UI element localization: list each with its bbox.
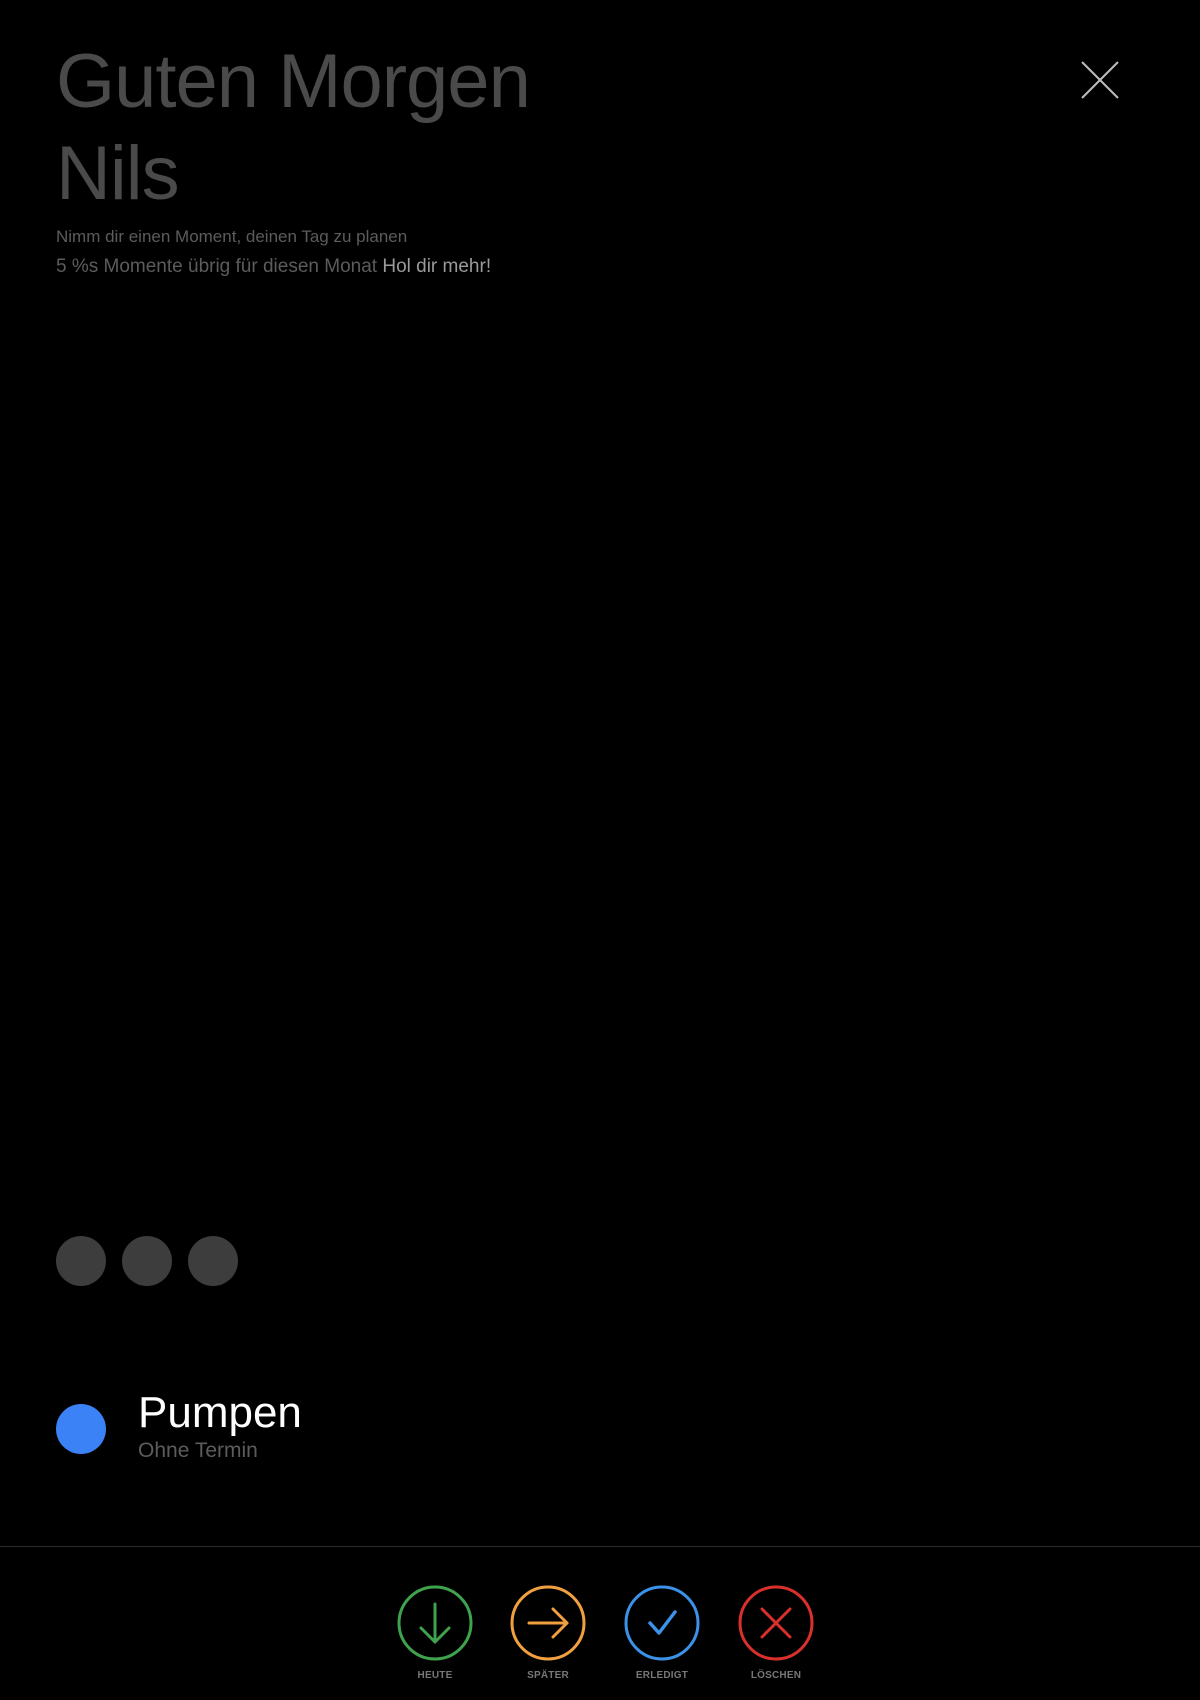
delete-button[interactable]: LÖSCHEN (721, 1584, 831, 1681)
progress-dot (122, 1236, 172, 1286)
close-icon (1081, 61, 1119, 99)
delete-label: LÖSCHEN (750, 1670, 802, 1681)
intro-subtitle: Nimm dir einen Moment, deinen Tag zu pla… (56, 227, 408, 246)
progress-dot (188, 1236, 238, 1286)
x-icon (738, 1585, 814, 1661)
morning-planner-screen: Guten Morgen Nils Nimm dir einen Moment,… (0, 0, 1200, 1700)
task-subtitle: Ohne Termin (138, 1439, 258, 1462)
task-color-dot (56, 1404, 106, 1454)
done-label: ERLEDIGT (635, 1670, 689, 1681)
greeting-line-1: Guten Morgen (56, 39, 531, 124)
today-button[interactable]: HEUTE (380, 1584, 490, 1681)
arrow-down-icon (397, 1585, 473, 1661)
later-button[interactable]: SPÄTER (493, 1584, 603, 1681)
arrow-right-icon (510, 1585, 586, 1661)
action-bar: HEUTE SPÄTER ERLEDIGT LÖSCHEN (0, 1584, 1200, 1694)
greeting-title: Guten Morgen Nils (56, 36, 531, 220)
task-title: Pumpen (138, 1388, 302, 1437)
greeting-line-2: Nils (56, 131, 180, 216)
task-text: Pumpen Ohne Termin (138, 1388, 302, 1464)
check-icon (624, 1585, 700, 1661)
done-button[interactable]: ERLEDIGT (607, 1584, 717, 1681)
task-card[interactable]: Pumpen Ohne Termin (56, 1388, 302, 1464)
close-button[interactable] (1078, 58, 1122, 102)
divider (0, 1546, 1200, 1547)
quota-line: 5 %s Momente übrig für diesen Monat Hol … (56, 256, 491, 278)
progress-dot (56, 1236, 106, 1286)
progress-dots (56, 1236, 238, 1286)
get-more-link[interactable]: Hol dir mehr! (382, 256, 491, 277)
quota-text: 5 %s Momente übrig für diesen Monat (56, 256, 378, 277)
later-label: SPÄTER (527, 1670, 569, 1681)
today-label: HEUTE (417, 1670, 453, 1681)
